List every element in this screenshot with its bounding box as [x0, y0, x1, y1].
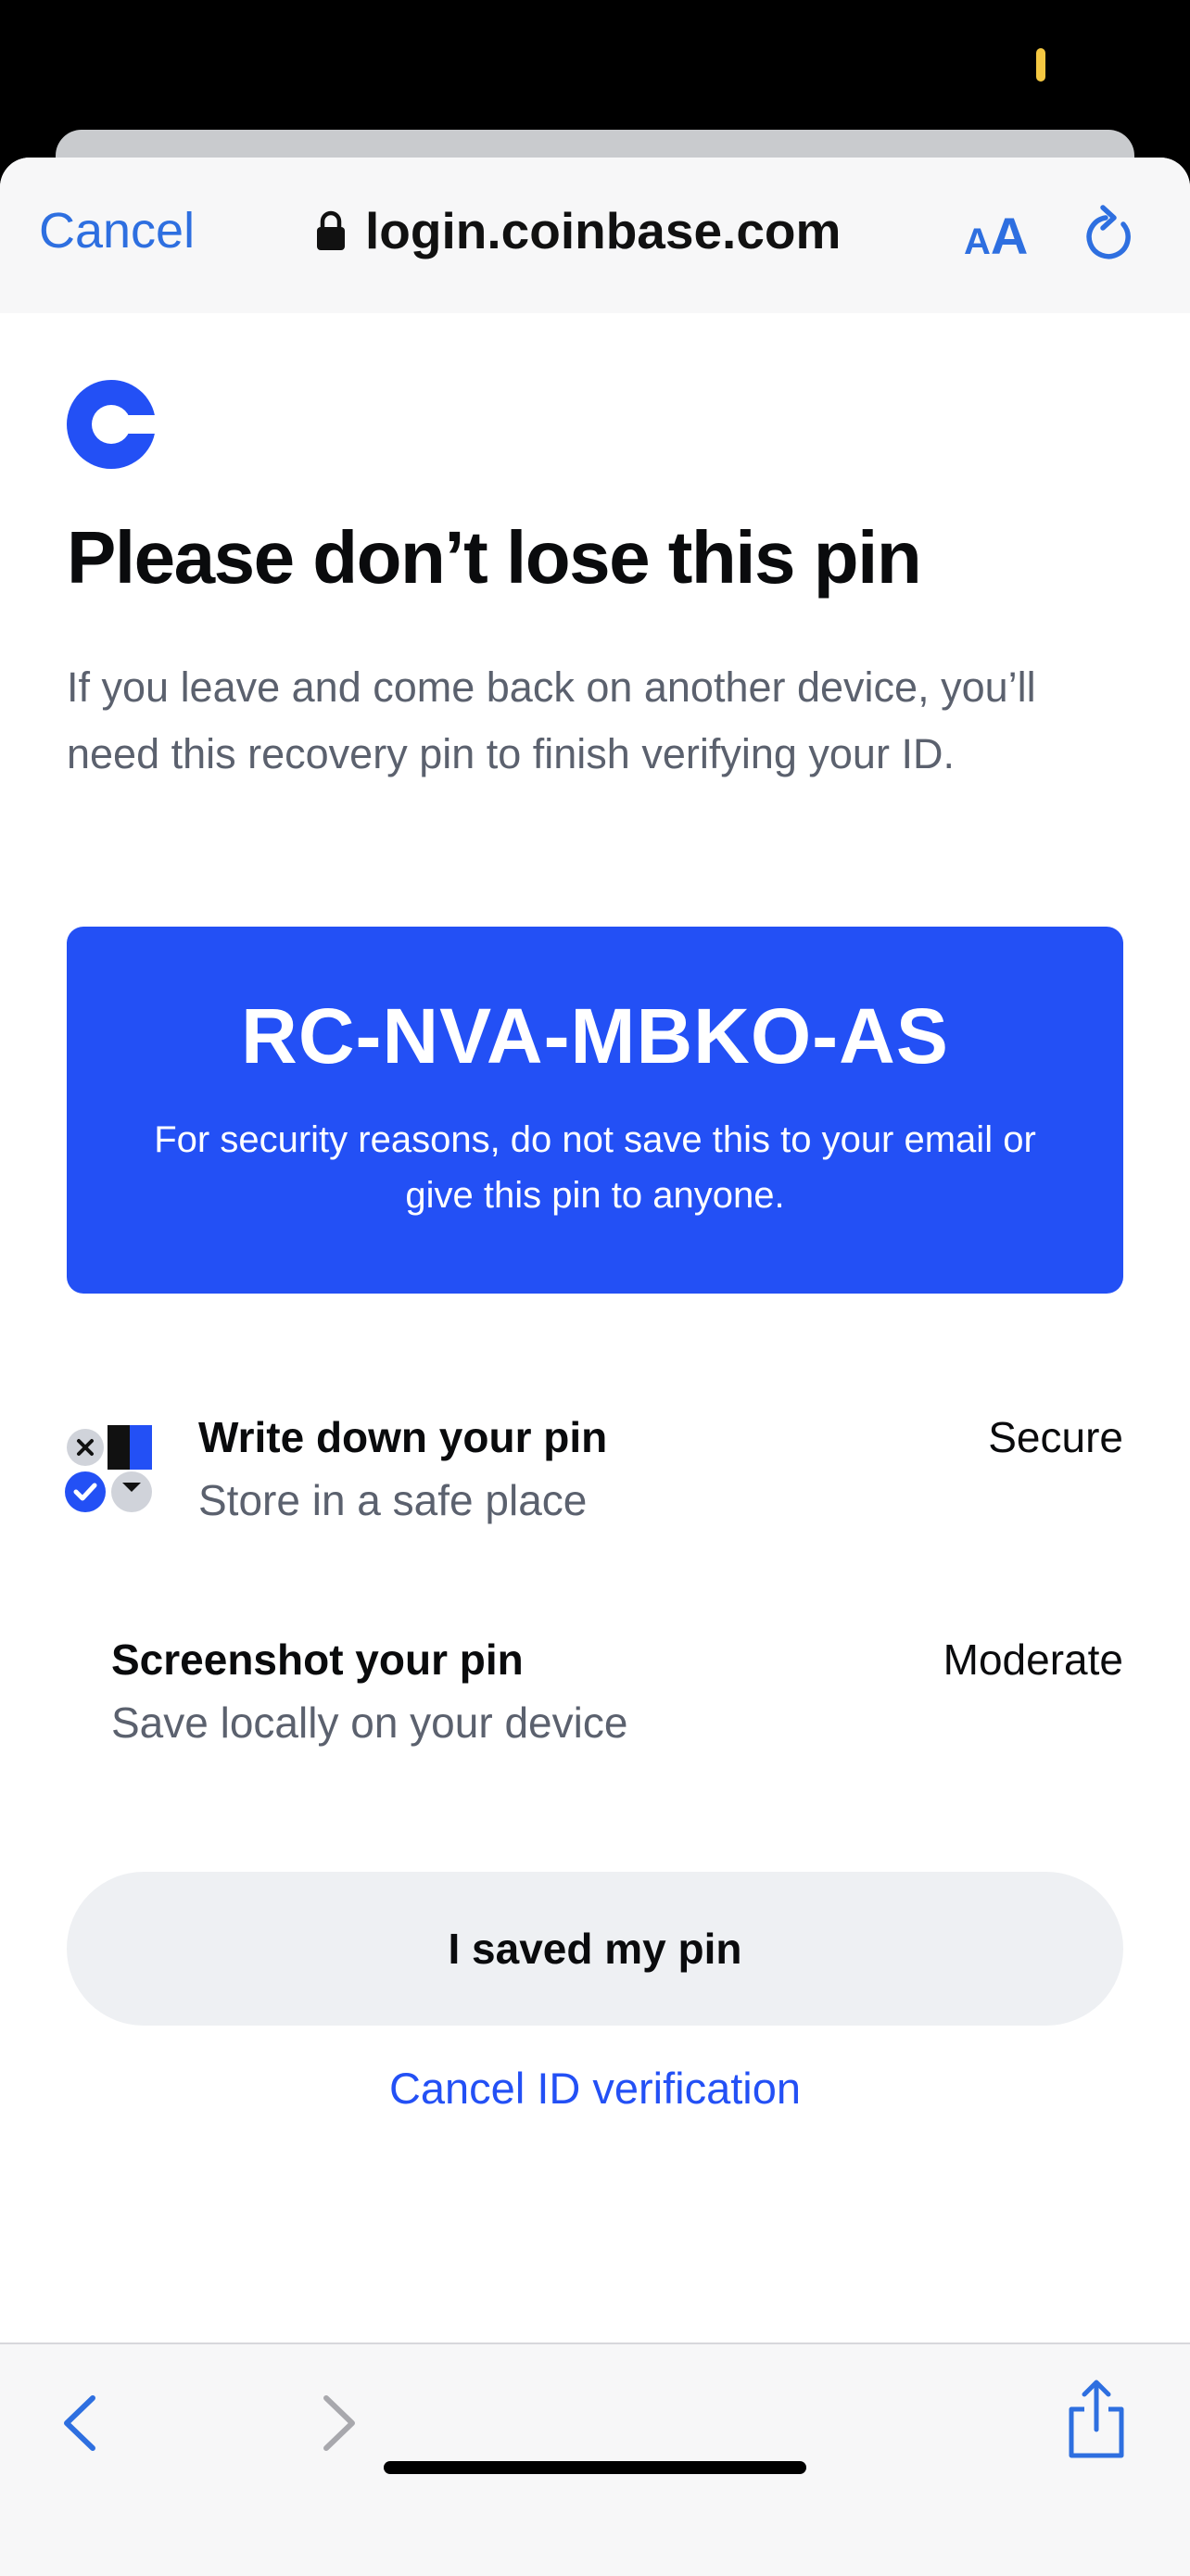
lock-icon — [317, 210, 345, 250]
pin-security-note: For security reasons, do not save this t… — [154, 1119, 1036, 1216]
option-level-secure: Secure — [988, 1413, 1123, 1461]
cancel-button[interactable]: Cancel — [39, 202, 195, 259]
page-content: Please don’t lose this pin If you leave … — [0, 313, 1190, 2500]
saved-pin-button[interactable]: I saved my pin — [67, 1872, 1123, 2026]
cancel-id-verification-link[interactable]: Cancel ID verification — [0, 2063, 1190, 2114]
recovery-pin-card: RC-NVA-MBKO-AS For security reasons, do … — [67, 927, 1123, 1294]
option-screenshot: Screenshot your pin Save locally on your… — [111, 1635, 627, 1748]
page-description: If you leave and come back on another de… — [67, 663, 1036, 777]
pin-checklist-icon — [65, 1425, 152, 1512]
browser-toolbar — [0, 2342, 1190, 2576]
option-title: Screenshot your pin — [111, 1635, 524, 1684]
option-write-down: Write down your pin Store in a safe plac… — [198, 1412, 607, 1525]
page-title: Please don’t lose this pin — [67, 516, 922, 599]
text-size-icon[interactable]: AA — [964, 206, 1028, 266]
address-bar[interactable]: login.coinbase.com — [315, 198, 841, 263]
browser-nav-bar: Cancel login.coinbase.com AA — [0, 158, 1190, 315]
chevron-right-icon[interactable] — [319, 2391, 361, 2456]
share-icon[interactable] — [1064, 2378, 1129, 2461]
coinbase-logo-icon — [67, 380, 156, 469]
status-indicator-icon — [1036, 48, 1045, 82]
home-indicator — [384, 2461, 806, 2474]
browser-sheet: Cancel login.coinbase.com AA Please don’… — [0, 158, 1190, 2574]
url-text: login.coinbase.com — [365, 202, 842, 259]
option-subtitle: Store in a safe place — [198, 1476, 588, 1524]
reload-icon[interactable] — [1082, 204, 1140, 265]
option-title: Write down your pin — [198, 1413, 608, 1461]
recovery-pin-code: RC-NVA-MBKO-AS — [241, 992, 949, 1080]
chevron-left-icon[interactable] — [57, 2391, 100, 2456]
option-subtitle: Save locally on your device — [111, 1698, 628, 1747]
option-level-moderate: Moderate — [943, 1635, 1123, 1684]
